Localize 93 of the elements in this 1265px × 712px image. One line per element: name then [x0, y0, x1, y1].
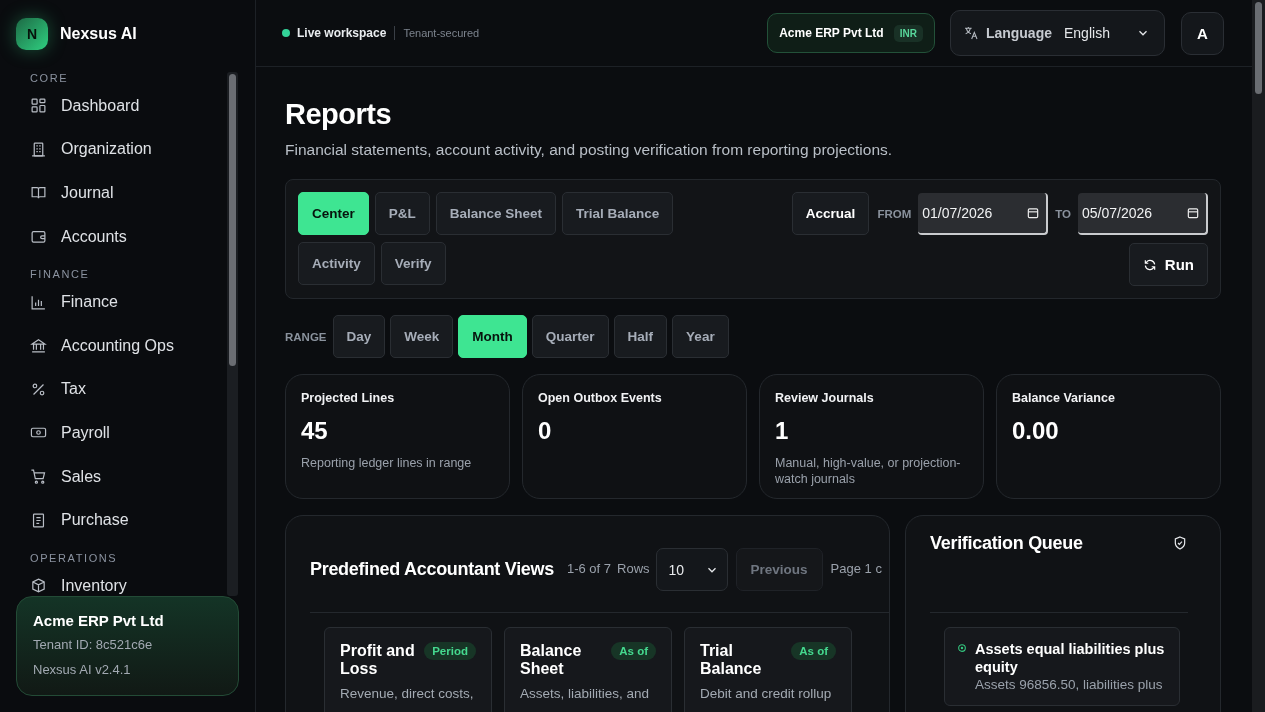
view-description: Revenue, direct costs,	[340, 686, 475, 701]
currency-badge: INR	[893, 24, 923, 42]
view-badge: As of	[611, 642, 656, 660]
nav-item[interactable]: Accounts	[30, 214, 219, 259]
run-button[interactable]: Run	[1128, 243, 1208, 286]
section-label: OPERATIONS	[30, 550, 119, 566]
view-title: Profit and Loss	[340, 642, 416, 678]
nav-item[interactable]: Journal	[30, 171, 219, 215]
metric-value: 1	[775, 417, 790, 445]
company-button[interactable]: Acme ERP Pvt Ltd INR	[767, 13, 935, 53]
panel-title: Predefined Accountant Views	[310, 559, 554, 580]
nav-item[interactable]: Organization	[30, 127, 219, 172]
report-tab[interactable]: Trial Balance	[562, 192, 674, 235]
nav-item[interactable]: Accounting Ops	[30, 323, 219, 368]
view-card[interactable]: Profit and Loss Period Revenue, direct costs,	[324, 627, 492, 712]
shield-check-icon	[1172, 535, 1188, 551]
to-label: TO	[1055, 207, 1071, 220]
box-icon	[30, 577, 47, 595]
avatar-button[interactable]: A	[1181, 11, 1224, 55]
range-label: RANGE	[285, 330, 327, 343]
app-version: Nexsus AI v2.4.1	[33, 662, 132, 677]
report-tab[interactable]: Center	[298, 192, 369, 235]
grid-icon	[30, 97, 47, 115]
nav-item[interactable]: Payroll	[30, 411, 219, 455]
range-option[interactable]: Month	[458, 315, 527, 358]
page-indicator: Page 1 c	[830, 561, 882, 576]
tenant-id: Tenant ID: 8c521c6e	[33, 637, 154, 652]
range-option[interactable]: Day	[332, 315, 386, 358]
tenant-name: Acme ERP Pvt Ltd	[33, 612, 165, 629]
from-label: FROM	[877, 207, 912, 220]
wallet-icon	[30, 228, 47, 246]
range-option[interactable]: Year	[672, 315, 729, 358]
status-dot	[282, 29, 290, 37]
view-badge: Period	[424, 642, 476, 660]
scrollbar[interactable]	[1252, 0, 1265, 712]
nav-item[interactable]: Finance	[30, 280, 219, 324]
metric-title: Open Outbox Events	[538, 391, 663, 405]
report-tab[interactable]: Balance Sheet	[435, 192, 557, 235]
calendar-icon	[1026, 205, 1041, 220]
view-card[interactable]: Trial Balance As of Debit and credit rollup	[684, 627, 852, 712]
metric-value: 45	[301, 417, 329, 445]
page-subtitle: Financial statements, account activity, and posting verification from reporting projections.	[285, 141, 894, 159]
scrollbar[interactable]	[227, 72, 238, 596]
section-label: CORE	[30, 71, 70, 86]
bar-chart-icon	[30, 293, 47, 311]
status-note: Tenant-secured	[403, 27, 480, 39]
status-text: Live workspace	[297, 26, 396, 40]
check-description: Assets 96856.50, liabilities plus	[975, 677, 1164, 693]
metric-note: Manual, high-value, or projection-watch journals	[775, 455, 962, 487]
metric-title: Review Journals	[775, 391, 875, 405]
nav-item[interactable]: Tax	[30, 367, 219, 412]
from-date-field[interactable]: 01/07/2026	[918, 192, 1049, 235]
brand-name: Nexsus AI	[60, 25, 137, 43]
nav-item[interactable]: Dashboard	[30, 84, 219, 128]
range-option[interactable]: Half	[613, 315, 668, 358]
previous-button[interactable]: Previous	[735, 548, 823, 591]
nav-item[interactable]: Purchase	[30, 498, 219, 542]
report-tab[interactable]: P&L	[374, 192, 430, 235]
nav-item[interactable]: Inventory	[30, 563, 219, 596]
metric-title: Balance Variance	[1012, 391, 1116, 405]
result-count: 1-6 of 7	[566, 561, 612, 576]
view-card[interactable]: Balance Sheet As of Assets, liabilities, and	[504, 627, 672, 712]
report-tab[interactable]: Activity	[298, 242, 375, 285]
range-option[interactable]: Quarter	[531, 315, 609, 358]
report-tab[interactable]: Verify	[380, 242, 446, 285]
check-title: Assets equal liabilities plus equity	[975, 640, 1166, 676]
view-title: Trial Balance	[700, 642, 763, 678]
bank-icon	[30, 337, 47, 355]
logo-icon: N	[16, 18, 48, 50]
document-icon	[30, 511, 47, 529]
building-icon	[30, 140, 47, 158]
translate-icon	[962, 25, 979, 41]
range-option[interactable]: Week	[390, 315, 454, 358]
cart-icon	[30, 468, 47, 486]
basis-button[interactable]: Accrual	[791, 192, 870, 235]
metric-value: 0.00	[1012, 417, 1060, 445]
language-select[interactable]: Language English	[949, 10, 1165, 56]
metric-title: Projected Lines	[301, 391, 396, 405]
metric-note: Reporting ledger lines in range	[301, 455, 473, 471]
view-description: Assets, liabilities, and	[520, 686, 651, 701]
rows-select[interactable]: 10	[655, 548, 728, 591]
to-date-field[interactable]: 05/07/2026	[1078, 192, 1208, 235]
view-badge: As of	[791, 642, 836, 660]
view-description: Debit and credit rollup	[700, 686, 833, 701]
page-title: Reports	[285, 98, 393, 131]
section-label: FINANCE	[30, 267, 91, 283]
rows-label: Rows	[617, 561, 650, 576]
view-title: Balance Sheet	[520, 642, 583, 678]
metric-value: 0	[538, 417, 553, 445]
panel-title: Verification Queue	[930, 532, 1083, 554]
nav-item[interactable]: Sales	[30, 454, 219, 499]
calendar-icon	[1186, 205, 1200, 220]
refresh-icon	[1142, 257, 1157, 272]
